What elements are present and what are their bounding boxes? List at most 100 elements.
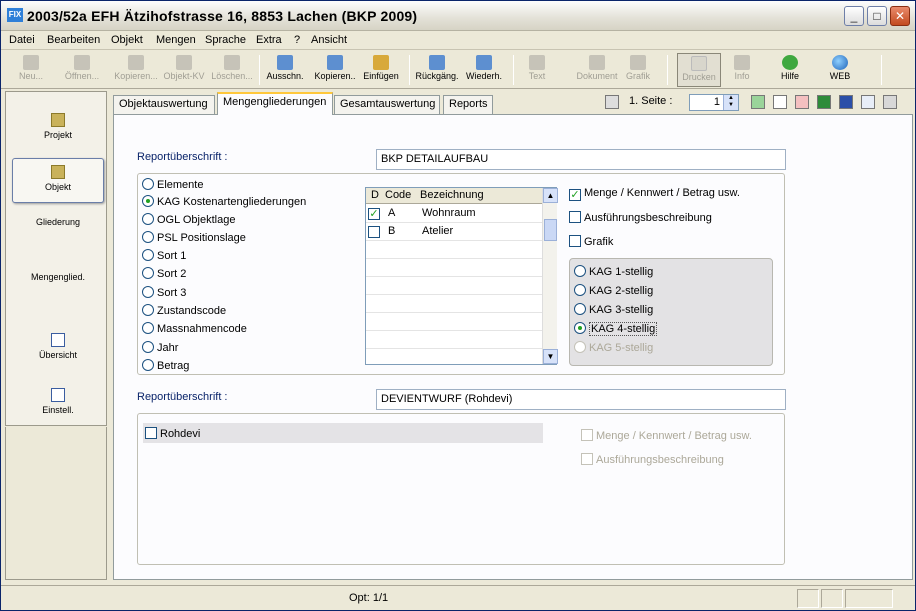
row-checkbox[interactable]: ✓ [368, 208, 380, 220]
radio-kag-2[interactable]: KAG 2-stellig [574, 284, 653, 297]
tab-reports[interactable]: Reports [443, 95, 493, 114]
page-spinner[interactable]: 1 ▲ ▼ [689, 94, 739, 111]
checkbox: ✓ [569, 189, 581, 201]
info-button[interactable]: Info [727, 53, 757, 87]
row-name: Atelier [422, 225, 454, 237]
sidebar-item-mengenglied[interactable]: Mengenglied. [12, 272, 390, 478]
excel-icon[interactable] [817, 95, 831, 109]
printer-icon[interactable] [883, 95, 897, 109]
web-button[interactable]: WEB [825, 53, 855, 87]
checkbox [569, 235, 581, 247]
check-grafik[interactable]: Grafik [569, 235, 613, 248]
maximize-button[interactable]: □ [867, 6, 887, 26]
spinner-arrows[interactable]: ▲ ▼ [723, 95, 738, 110]
word-icon[interactable] [839, 95, 853, 109]
radio-zustandscode[interactable]: Zustandscode [142, 304, 226, 317]
menu-help[interactable]: ? [294, 34, 300, 46]
preview-icon[interactable] [751, 95, 765, 109]
check-menge-1[interactable]: ✓ Menge / Kennwert / Betrag usw. [569, 187, 740, 201]
scroll-up-arrow[interactable]: ▲ [543, 188, 558, 203]
menu-mengen[interactable]: Mengen [156, 34, 196, 46]
menu-ansicht[interactable]: Ansicht [311, 34, 347, 46]
check-ausfuehrung-2: Ausführungsbeschreibung [581, 453, 724, 466]
print-button[interactable]: Drucken [677, 53, 721, 87]
radio-kag-1[interactable]: KAG 1-stellig [574, 265, 653, 278]
object-kv-button[interactable]: Objekt-KV [161, 53, 207, 87]
radio-sort3[interactable]: Sort 3 [142, 286, 186, 299]
graphic-button[interactable]: Grafik [621, 53, 655, 87]
new-button[interactable]: Neu... [11, 53, 51, 87]
edit-doc-icon[interactable] [773, 95, 787, 109]
grid-header-code[interactable]: Code [385, 189, 411, 201]
toolbar-separator [409, 55, 410, 85]
check-rohdevi[interactable]: Rohdevi [145, 427, 200, 440]
radio-kag[interactable]: KAG Kostenartengliederungen [142, 195, 306, 208]
scroll-thumb[interactable] [544, 219, 557, 241]
minimize-button[interactable]: _ [844, 6, 864, 26]
undo-icon [429, 55, 445, 70]
sidebar-item-uebersicht[interactable]: Übersicht [12, 327, 104, 372]
table-row [366, 277, 542, 295]
text-button[interactable]: Text [521, 53, 553, 87]
radio-kag-4[interactable]: KAG 4-stellig [574, 322, 658, 336]
report-heading-field-2[interactable]: DEVIENTWURF (Rohdevi) [376, 389, 786, 410]
pdf-icon[interactable] [795, 95, 809, 109]
row-name: Wohnraum [422, 207, 476, 219]
check-ausfuehrung-1[interactable]: Ausführungsbeschreibung [569, 211, 712, 224]
settings-icon [51, 388, 65, 402]
grid-header-d[interactable]: D [371, 189, 379, 201]
tab-gesamtauswertung[interactable]: Gesamtauswertung [334, 95, 440, 114]
radio-psl[interactable]: PSL Positionslage [142, 231, 246, 244]
undo-button[interactable]: Rückgäng. [413, 53, 461, 87]
row-checkbox[interactable] [368, 226, 380, 238]
table-row[interactable]: ✓ A Wohnraum [366, 205, 542, 223]
row-code: B [388, 225, 396, 237]
radio-dot [142, 359, 154, 371]
toolbar-separator [513, 55, 514, 85]
close-button[interactable]: ✕ [890, 6, 910, 26]
radio-dot [142, 286, 154, 298]
sidebar-item-projekt[interactable]: Projekt [12, 107, 104, 152]
menu-bearbeiten[interactable]: Bearbeiten [47, 34, 100, 46]
radio-dot [142, 231, 154, 243]
report-heading-label-2: Reportüberschrift : [137, 391, 228, 403]
paste-button[interactable]: Einfügen [359, 53, 403, 87]
menu-objekt[interactable]: Objekt [111, 34, 143, 46]
toolbar-separator [667, 55, 668, 85]
radio-sort1[interactable]: Sort 1 [142, 249, 186, 262]
menu-sprache[interactable]: Sprache [205, 34, 246, 46]
radio-sort2[interactable]: Sort 2 [142, 267, 186, 280]
list-icon[interactable] [605, 95, 619, 109]
copy-button[interactable]: Kopieren.. [311, 53, 359, 87]
radio-ogl[interactable]: OGL Objektlage [142, 213, 235, 226]
tab-mengengliederungen[interactable]: Mengengliederungen [217, 92, 333, 115]
menu-extra[interactable]: Extra [256, 34, 282, 46]
radio-betrag[interactable]: Betrag [142, 359, 189, 372]
copy-object-button[interactable]: Kopieren... [111, 53, 161, 87]
document-button[interactable]: Dokument [571, 53, 623, 87]
search-icon[interactable] [861, 95, 875, 109]
radio-dot [142, 178, 154, 190]
menu-datei[interactable]: Datei [9, 34, 35, 46]
scroll-down-arrow[interactable]: ▼ [543, 349, 558, 364]
delete-button[interactable]: Löschen... [207, 53, 257, 87]
sidebar-item-einstell[interactable]: Einstell. [12, 382, 104, 427]
radio-elemente[interactable]: Elemente [142, 178, 203, 191]
radio-massnahmencode[interactable]: Massnahmencode [142, 322, 247, 335]
grid-scrollbar[interactable]: ▲ ▼ [542, 188, 558, 364]
open-button[interactable]: Öffnen... [59, 53, 105, 87]
sidebar-item-objekt[interactable]: Objekt [12, 158, 104, 203]
paste-icon [373, 55, 389, 70]
radio-jahr[interactable]: Jahr [142, 341, 178, 354]
help-button[interactable]: Hilfe [775, 53, 805, 87]
report-heading-field-1[interactable]: BKP DETAILAUFBAU [376, 149, 786, 170]
check-menge-2: Menge / Kennwert / Betrag usw. [581, 429, 752, 442]
tab-objektauswertung[interactable]: Objektauswertung [113, 95, 215, 114]
text-icon [529, 55, 545, 70]
radio-kag-3[interactable]: KAG 3-stellig [574, 303, 653, 316]
grid-header-bezeichnung[interactable]: Bezeichnung [420, 189, 484, 201]
redo-button[interactable]: Wiederh. [461, 53, 507, 87]
table-row[interactable]: B Atelier [366, 223, 542, 241]
sidebar-item-gliederung[interactable]: Gliederung [12, 217, 390, 423]
cut-button[interactable]: Ausschn. [263, 53, 307, 87]
